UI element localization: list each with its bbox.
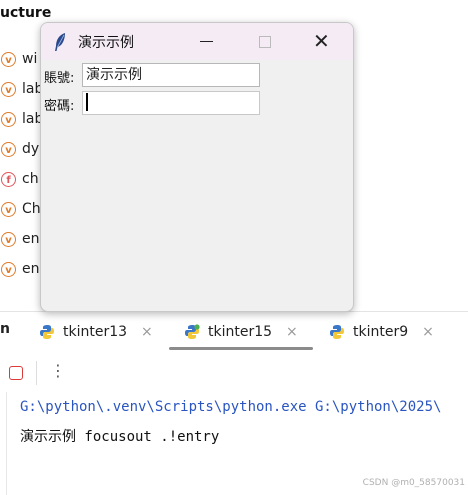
structure-item[interactable]: v Ch: [1, 199, 41, 219]
watermark: CSDN @m0_58570031: [362, 478, 465, 488]
tkinter-window: 演示示例 ✕ 賬號: 演示示例 密碼:: [40, 22, 354, 312]
feather-icon: [55, 33, 65, 51]
account-entry-value: 演示示例: [86, 67, 142, 83]
run-toolbar: ⋮: [0, 352, 468, 392]
python-icon: [40, 325, 54, 339]
structure-item[interactable]: v lab: [1, 79, 43, 99]
structure-item[interactable]: v en: [1, 229, 40, 249]
tab-tkinter13[interactable]: tkinter13 ×: [39, 312, 153, 352]
structure-item[interactable]: f ch: [1, 169, 39, 189]
account-entry[interactable]: 演示示例: [82, 63, 260, 87]
console-command-line[interactable]: G:\python\.venv\Scripts\python.exe G:\py…: [20, 399, 441, 415]
variable-icon: v: [1, 261, 16, 277]
tab-tkinter9[interactable]: tkinter9 ×: [329, 312, 434, 352]
account-label: 賬號:: [44, 71, 75, 86]
active-tab-indicator: [169, 347, 313, 350]
password-entry[interactable]: [82, 91, 260, 115]
close-tab-icon[interactable]: ×: [286, 324, 298, 340]
minimize-icon[interactable]: [200, 41, 213, 43]
tab-label: tkinter9: [353, 324, 409, 340]
tab-label: tkinter15: [208, 324, 273, 340]
structure-item-label: en: [22, 231, 40, 247]
tab-label: tkinter13: [63, 324, 128, 340]
window-title: 演示示例: [78, 35, 134, 51]
close-tab-icon[interactable]: ×: [422, 324, 434, 340]
structure-item[interactable]: v wi: [1, 49, 37, 69]
text-caret: [86, 93, 88, 111]
python-icon: [185, 324, 200, 339]
structure-item-label: Ch: [22, 201, 41, 217]
variable-icon: v: [1, 141, 16, 157]
variable-icon: v: [1, 81, 16, 97]
window-titlebar[interactable]: 演示示例 ✕: [41, 23, 353, 60]
stop-icon[interactable]: [9, 366, 23, 380]
structure-item[interactable]: v dy: [1, 139, 39, 159]
close-icon[interactable]: ✕: [313, 29, 330, 53]
variable-icon: v: [1, 111, 16, 127]
structure-item-label: dy: [22, 141, 40, 157]
variable-icon: v: [1, 231, 16, 247]
maximize-icon[interactable]: [259, 36, 271, 48]
structure-panel-title: ucture: [0, 5, 52, 21]
structure-item-label: en: [22, 261, 40, 277]
structure-item-label: wi: [22, 51, 38, 67]
variable-icon: v: [1, 51, 16, 67]
structure-item[interactable]: v en: [1, 259, 40, 279]
python-icon: [330, 325, 344, 339]
structure-item-label: ch: [22, 171, 39, 187]
toolbar-divider: [36, 361, 37, 385]
function-icon: f: [1, 171, 16, 187]
console-gutter: [0, 392, 7, 495]
tab-tkinter15[interactable]: tkinter15 ×: [184, 312, 298, 352]
password-label: 密碼:: [44, 99, 75, 114]
more-options-icon[interactable]: ⋮: [50, 361, 66, 381]
close-tab-icon[interactable]: ×: [141, 324, 153, 340]
variable-icon: v: [1, 201, 16, 217]
structure-item[interactable]: v lab: [1, 109, 43, 129]
run-panel-label: n: [0, 321, 10, 337]
run-tab-bar: n tkinter13 × tkinter15 × tkinter9 ×: [0, 311, 468, 352]
console-output-line: 演示示例 focusout .!entry: [20, 429, 220, 445]
